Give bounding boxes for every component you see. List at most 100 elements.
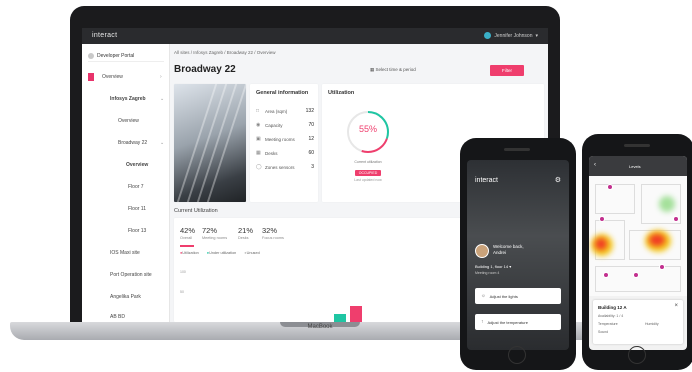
project-selector[interactable]: Developer Portal: [88, 50, 164, 62]
welcome-text: Welcome back, Andrei: [493, 244, 524, 256]
chevron-down-icon: ▾: [535, 32, 538, 39]
map-room: [595, 184, 635, 214]
photo-detail: [176, 84, 218, 202]
info-row: □ Area (sqm) 132: [256, 106, 314, 116]
photo-detail: [206, 84, 246, 202]
sidebar-item-broadway-22[interactable]: Broadway 22: [118, 140, 147, 146]
sidebar: Developer Portal Overview › Infosys Zagr…: [82, 44, 170, 322]
filter-button[interactable]: Filter: [490, 65, 524, 76]
info-label: Desks: [265, 150, 278, 156]
map-pin[interactable]: [633, 272, 639, 278]
kpi-caption: Desks: [238, 236, 249, 240]
map-pin[interactable]: [599, 216, 605, 222]
adjust-temperature-button[interactable]: ↑ Adjust the temperature: [475, 314, 561, 330]
sidebar-item-site-overview[interactable]: Overview: [118, 118, 139, 124]
info-value: 12: [308, 136, 314, 142]
kpi-value: 42%: [180, 226, 196, 235]
axis-label-bottom: 50: [180, 290, 184, 294]
sidebar-item-floor-11[interactable]: Floor 11: [128, 206, 146, 212]
map-pin[interactable]: [673, 216, 679, 222]
action-label: Adjust the temperature: [487, 319, 528, 325]
location-sub: Meeting room 4: [475, 271, 500, 275]
close-icon[interactable]: ×: [674, 303, 678, 309]
kpi-caption: Overall: [180, 236, 193, 240]
active-tab-indicator: [180, 245, 194, 247]
info-value: 3: [311, 164, 314, 170]
sidebar-item-infosys-zagreb[interactable]: Infosys Zagreb: [110, 96, 146, 102]
breadcrumb[interactable]: All sites / Infosys Zagreb / Broadway 22…: [174, 50, 276, 55]
sidebar-item-overview[interactable]: Overview: [102, 74, 123, 80]
gear-icon[interactable]: ⚙: [555, 176, 561, 184]
sidebar-item-floor-13[interactable]: Floor 13: [128, 228, 146, 234]
sidebar-item-ios-site[interactable]: IOS Maxi site: [110, 250, 140, 256]
utilization-title: Utilization: [328, 90, 355, 96]
sidebar-item-port-site[interactable]: Port Operation site: [110, 272, 152, 278]
project-icon: [88, 52, 94, 59]
phone-speaker: [624, 144, 650, 147]
kpi-overall[interactable]: 42% Overall: [180, 226, 195, 240]
phone-left-screen: interact ⚙ Welcome back, Andrei Building…: [467, 160, 569, 350]
home-button: [508, 346, 526, 364]
phone-left: interact ⚙ Welcome back, Andrei Building…: [460, 138, 576, 370]
chevron-icon: ⌄: [160, 96, 165, 102]
room-detail-panel: Building 12 A × Availability: 1 / 4 Temp…: [593, 300, 683, 344]
location-label: Building 1, floor 14: [475, 264, 509, 269]
info-value: 132: [305, 108, 314, 114]
room-humidity: Humidity: [645, 322, 659, 326]
back-icon[interactable]: ‹: [594, 162, 596, 168]
map-pin[interactable]: [607, 184, 613, 190]
project-selector-label: Developer Portal: [97, 52, 135, 59]
general-info-title: General information: [256, 90, 309, 96]
adjust-lights-button[interactable]: ☼ Adjust the lights: [475, 288, 561, 304]
heat-zone-hot: [595, 238, 607, 250]
current-utilization-title: Current Utilization: [174, 208, 218, 214]
chevron-icon: ⌄: [160, 140, 165, 146]
room-availability: Availability: 1 / 4: [598, 314, 624, 318]
kpi-focus-rooms[interactable]: 32% Focus rooms: [262, 226, 284, 240]
phone-right-screen: ‹ Levels Building 12 A × Availability: 1…: [589, 156, 687, 350]
map-pin[interactable]: [603, 272, 609, 278]
heat-zone-hot: [649, 234, 665, 246]
sidebar-item-angelika-park[interactable]: Angelika Park: [110, 294, 141, 300]
floor-heatmap[interactable]: [589, 176, 687, 296]
map-pin[interactable]: [659, 264, 665, 270]
app-logo[interactable]: interact: [92, 32, 117, 39]
axis-label-top: 100: [180, 270, 186, 274]
welcome-line-2: Andrei: [493, 250, 507, 255]
info-row: ▦ Desks 60: [256, 148, 314, 158]
kpi-value: 21%: [238, 226, 254, 235]
action-label: Adjust the lights: [489, 293, 518, 299]
legend-under-utilization: Under utilization: [207, 251, 236, 255]
phone-header: ‹ Levels: [589, 156, 687, 176]
legend-unused: Unused: [244, 251, 260, 255]
info-label: Meeting rooms: [265, 136, 295, 142]
laptop-brand-label: MacBook: [307, 324, 333, 330]
kpi-meeting-rooms[interactable]: 72% Meeting rooms: [202, 226, 227, 240]
chart-bar: [350, 306, 362, 322]
utilization-caption: Current utilization: [354, 160, 382, 164]
info-label: Zones sensors: [265, 164, 295, 170]
info-row: ◯ Zones sensors 3: [256, 162, 314, 172]
user-menu[interactable]: Jennifer Johnson ▾: [484, 32, 538, 39]
kpi-caption: Focus rooms: [262, 236, 284, 240]
temperature-icon: ↑: [481, 319, 484, 325]
app-logo: interact: [475, 177, 498, 184]
legend-utilization: Utilization: [180, 251, 198, 255]
avatar: [484, 32, 492, 39]
sidebar-item-floor-7[interactable]: Floor 7: [128, 184, 144, 190]
time-period-label: Select time & period: [375, 67, 416, 72]
home-button: [628, 346, 646, 364]
chevron-down-icon: ▾: [509, 264, 512, 269]
utilization-value: 55%: [358, 124, 377, 134]
map-room: [595, 266, 681, 292]
chart-bar: [334, 314, 346, 322]
chevron-icon: ›: [160, 74, 162, 80]
building-photo: [174, 84, 246, 202]
time-period-select[interactable]: ▦ Select time & period: [370, 67, 440, 76]
info-label: Capacity: [265, 122, 283, 128]
sidebar-item-ab-bd[interactable]: AB BD: [110, 314, 125, 320]
kpi-desks[interactable]: 21% Desks: [238, 226, 253, 240]
kpi-caption: Meeting rooms: [202, 236, 228, 240]
location-selector[interactable]: Building 1, floor 14 ▾: [475, 264, 511, 269]
sidebar-item-building-overview[interactable]: Overview: [126, 162, 148, 168]
